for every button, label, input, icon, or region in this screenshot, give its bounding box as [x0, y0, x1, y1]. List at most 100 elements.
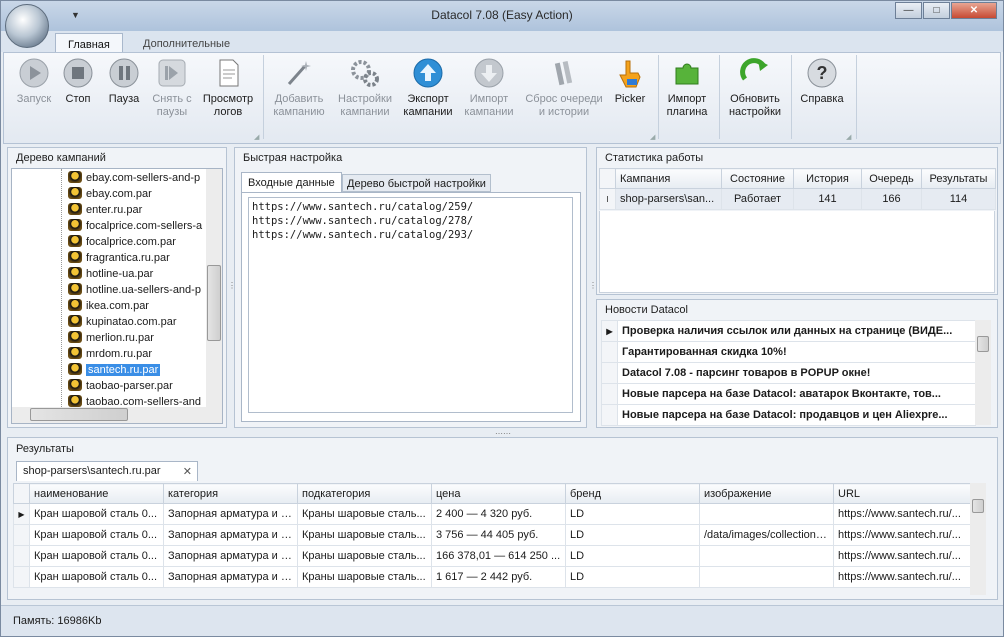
results-cell: Краны шаровые сталь... [297, 524, 432, 546]
import-plugin-button[interactable]: Импорт плагина [657, 57, 717, 119]
results-cell: https://www.santech.ru/... [833, 524, 971, 546]
tab-extra[interactable]: Дополнительные [131, 33, 242, 53]
results-tab-label: shop-parsers\santech.ru.par [23, 465, 161, 477]
urls-textarea[interactable]: https://www.santech.ru/catalog/259/https… [248, 197, 573, 413]
splitter-grip-icon[interactable]: ⋮ [228, 281, 236, 290]
results-row[interactable]: Кран шаровой сталь 0... Запорная арматура… [13, 524, 971, 546]
close-tab-icon[interactable]: ✕ [183, 465, 192, 478]
tab-input-data[interactable]: Входные данные [241, 172, 342, 192]
unpause-button[interactable]: Снять с паузы [142, 57, 202, 119]
results-row[interactable]: ▶ Кран шаровой сталь 0... Запорная арматур… [13, 503, 971, 525]
news-scroll-thumb[interactable] [977, 336, 989, 352]
stats-header-state[interactable]: Состояние [721, 168, 794, 189]
results-cell: Кран шаровой сталь 0... [29, 566, 164, 588]
campaign-tree[interactable]: ebay.com-sellers-and-p ebay.com.par enter.… [11, 168, 223, 424]
tree-item[interactable]: ebay.com.par [68, 186, 152, 202]
stats-state: Работает [721, 188, 794, 210]
app-menu-orb[interactable] [5, 4, 49, 48]
tree-item-label: santech.ru.par [86, 364, 161, 376]
results-header[interactable]: подкатегория [297, 483, 432, 504]
results-cell: 3 756 — 44 405 руб. [431, 524, 566, 546]
results-header[interactable]: изображение [699, 483, 834, 504]
stats-row[interactable]: Ishop-parsers\san... Работает 141 166 114 [599, 188, 996, 210]
stats-header-history[interactable]: История [793, 168, 862, 189]
tree-item[interactable]: enter.ru.par [68, 202, 142, 218]
parser-file-icon [68, 251, 82, 263]
tree-item[interactable]: focalprice.com.par [68, 234, 176, 250]
results-row[interactable]: Кран шаровой сталь 0... Запорная арматура… [13, 566, 971, 588]
tree-item[interactable]: ebay.com-sellers-and-p [68, 170, 200, 186]
tree-scroll-thumb[interactable] [207, 265, 221, 341]
tree-item[interactable]: merlion.ru.par [68, 330, 154, 346]
tree-item[interactable]: taobao-parser.par [68, 378, 173, 394]
news-item-title: Новые парсера на базе Datacol: аватарок … [617, 383, 976, 405]
tree-item[interactable]: ikea.com.par [68, 298, 149, 314]
tree-item[interactable]: kupinatao.com.par [68, 314, 177, 330]
news-item[interactable]: Datacol 7.08 - парсинг товаров в POPUP о… [601, 362, 976, 384]
results-tab[interactable]: shop-parsers\santech.ru.par ✕ [16, 461, 198, 481]
results-scroll-thumb[interactable] [972, 499, 984, 513]
tab-quick-tree[interactable]: Дерево быстрой настройки [342, 174, 491, 192]
import-campaign-button[interactable]: Импорт кампании [459, 57, 519, 119]
results-cell: https://www.santech.ru/... [833, 545, 971, 567]
gears-icon [351, 60, 379, 87]
upload-arrow-icon [413, 58, 443, 88]
results-header[interactable]: цена [431, 483, 566, 504]
minimize-button[interactable]: — [895, 2, 922, 19]
unpause-label-2: паузы [156, 106, 188, 118]
quick-access-dropdown-icon[interactable]: ▼ [71, 10, 80, 20]
tab-main[interactable]: Главная [55, 33, 123, 53]
stats-table: Кампания Состояние История Очередь Результат… [599, 168, 996, 210]
results-cell: Кран шаровой сталь 0... [29, 503, 164, 525]
help-button[interactable]: ? Справка [792, 57, 852, 106]
results-header[interactable]: наименование [29, 483, 164, 504]
stats-header-campaign[interactable]: Кампания [615, 168, 722, 189]
splitter-grip-icon[interactable]: ⋮ [589, 281, 597, 290]
close-button[interactable]: ✕ [951, 2, 997, 19]
group-launcher-icon[interactable]: ◢ [846, 133, 851, 141]
news-scrollbar[interactable] [975, 320, 991, 425]
reset-queue-button[interactable]: Сброс очереди и истории [522, 57, 606, 119]
news-item[interactable]: Новые парсера на базе Datacol: продавцов… [601, 404, 976, 426]
news-item[interactable]: Гарантированная скидка 10%! [601, 341, 976, 363]
group-launcher-icon[interactable]: ◢ [650, 133, 655, 141]
news-table: ▶ Проверка наличия ссылок или данных на с… [601, 320, 976, 426]
tree-item[interactable]: focalprice.com-sellers-a [68, 218, 202, 234]
picker-button[interactable]: Picker [600, 57, 660, 106]
news-item[interactable]: Новые парсера на базе Datacol: аватарок … [601, 383, 976, 405]
tree-item[interactable]: taobao.com-sellers-and [68, 394, 201, 410]
tree-item-label: enter.ru.par [86, 204, 143, 216]
tree-item[interactable]: hotline.ua-sellers-and-p [68, 282, 201, 298]
export-label-1: Экспорт [407, 93, 449, 105]
update-settings-button[interactable]: Обновить настройки [722, 57, 788, 119]
tree-guide-line [61, 169, 62, 409]
parser-file-icon [68, 379, 82, 391]
row-marker [13, 545, 30, 567]
stats-header-results[interactable]: Результаты [921, 168, 996, 189]
tree-vertical-scrollbar[interactable] [206, 169, 222, 407]
tree-item[interactable]: hotline-ua.par [68, 266, 153, 282]
results-header[interactable]: URL [833, 483, 971, 504]
stats-header-queue[interactable]: Очередь [861, 168, 922, 189]
results-row[interactable]: Кран шаровой сталь 0... Запорная арматура… [13, 545, 971, 567]
maximize-button[interactable]: □ [923, 2, 950, 19]
export-campaign-button[interactable]: Экспорт кампании [398, 57, 458, 119]
row-marker [601, 383, 618, 405]
results-header[interactable]: бренд [565, 483, 700, 504]
results-header[interactable]: категория [163, 483, 298, 504]
tree-item[interactable]: fragrantica.ru.par [68, 250, 170, 266]
add-campaign-button[interactable]: Добавить кампанию [267, 57, 331, 119]
view-logs-button[interactable]: Просмотр логов [198, 57, 258, 119]
parser-file-icon [68, 187, 82, 199]
tree-item[interactable]: santech.ru.par [68, 362, 161, 378]
group-launcher-icon[interactable]: ◢ [254, 133, 259, 141]
news-item[interactable]: ▶ Проверка наличия ссылок или данных на с… [601, 320, 976, 342]
campaign-settings-button[interactable]: Настройки кампании [333, 57, 397, 119]
parser-file-icon [68, 235, 82, 247]
tree-item-label: focalprice.com-sellers-a [86, 220, 203, 232]
update-label-1: Обновить [730, 93, 780, 105]
results-cell: LD [565, 566, 700, 588]
export-label-2: кампании [403, 106, 453, 118]
results-scrollbar[interactable] [970, 483, 986, 595]
tree-item[interactable]: mrdom.ru.par [68, 346, 152, 362]
